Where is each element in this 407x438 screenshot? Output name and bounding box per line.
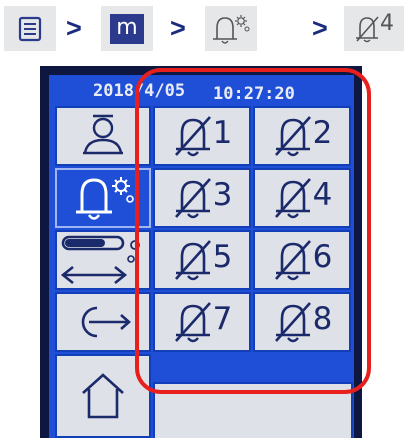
menu-list-icon — [18, 16, 42, 41]
bell-settings-icon — [213, 14, 250, 44]
m-label: m — [110, 13, 144, 44]
breadcrumb-separator: > — [170, 13, 186, 43]
instruction-page: > m > > 4 2018/4/05 10:27:20 1 2 3 4 5 6… — [0, 0, 407, 438]
breadcrumb-separator: > — [312, 13, 328, 43]
breadcrumb-step-muted-bell: 4 — [344, 6, 404, 51]
bell-settings-icon — [76, 177, 134, 220]
breadcrumb-step-bell-settings — [205, 6, 257, 51]
muted-bell-icon — [356, 15, 379, 42]
breadcrumb-step-menu — [4, 6, 56, 51]
logout-icon — [81, 306, 131, 338]
user-icon — [83, 114, 123, 155]
highlight-outline — [135, 68, 371, 394]
breadcrumb-separator: > — [66, 13, 82, 43]
breadcrumb-step-m: m — [101, 6, 153, 51]
home-icon — [82, 373, 124, 419]
progress-settings-icon — [60, 235, 140, 285]
muted-bell-number: 4 — [380, 11, 394, 36]
